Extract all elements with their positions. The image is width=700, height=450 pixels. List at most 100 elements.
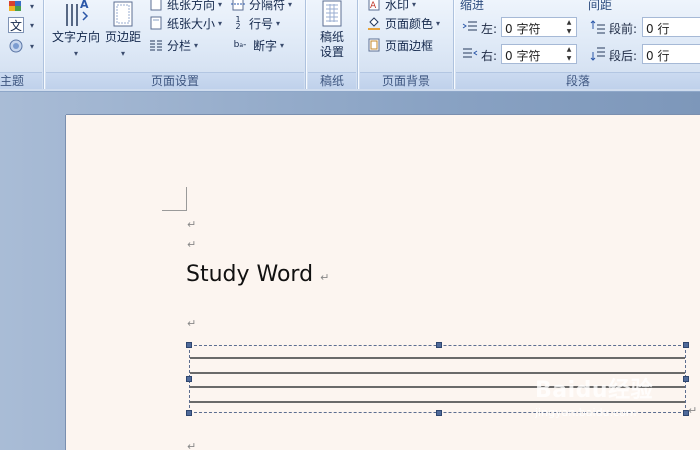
chevron-down-icon: ▾ [30, 41, 35, 51]
indent-right-spinner[interactable]: 0 字符 ▲ ▼ [501, 44, 577, 64]
spacing-after-label: 段后: [609, 49, 638, 63]
baidu-logo: Baidu经验 [535, 378, 654, 403]
breaks-label: 分隔符 [249, 0, 286, 12]
horizontal-line [190, 357, 685, 359]
svg-text:A: A [370, 1, 377, 11]
spacing-after-value: 0 行 [646, 49, 670, 63]
theme-effects-icon [8, 38, 24, 54]
size-label: 纸张大小 [167, 16, 216, 31]
group-divider [43, 0, 45, 89]
spacing-after-spinner[interactable]: 0 行 [642, 44, 700, 64]
manuscript-settings-button[interactable]: 稿纸 设置 [310, 0, 354, 60]
line-numbers-icon: 12 [235, 15, 241, 31]
columns-icon [148, 37, 164, 53]
indent-left-value: 0 字符 [505, 22, 541, 36]
page-setup-group-label: 页面设置 [46, 72, 304, 89]
orientation-label: 纸张方向 [167, 0, 216, 12]
group-divider [305, 0, 307, 89]
spacing-after-icon [590, 47, 606, 64]
breaks-button[interactable]: 分隔符 ▾ [230, 0, 292, 14]
theme-fonts-icon: 文 [8, 17, 24, 33]
indent-title: 缩进 [460, 0, 485, 12]
manuscript-settings-label-line1: 稿纸 [319, 30, 344, 44]
page-background-group: A 水印 ▾ 页面颜色 ▾ 页面边框 页面背景 [360, 0, 452, 89]
margins-label: 页边距 [104, 30, 141, 44]
indent-left-icon [462, 20, 478, 37]
manuscript-grid-icon [310, 0, 354, 30]
chevron-down-icon: ▾ [412, 0, 417, 9]
chevron-down-icon: ▾ [288, 0, 293, 9]
indent-left-spinner[interactable]: 0 字符 ▲ ▼ [501, 17, 577, 37]
resize-handle[interactable] [186, 342, 192, 348]
spacing-before-icon [590, 20, 606, 37]
theme-effects-button[interactable]: ▾ [8, 36, 34, 56]
theme-colors-button[interactable]: ▾ [8, 0, 34, 16]
spin-down-icon[interactable]: ▼ [564, 28, 574, 36]
baidu-url: jingyan.baidu.com [535, 406, 637, 419]
chevron-down-icon: ▾ [218, 18, 223, 28]
manuscript-group-label: 稿纸 [308, 72, 356, 89]
text-direction-button[interactable]: A 文字方向 ▾ [48, 0, 104, 59]
themes-group-label: 主题 [0, 72, 42, 89]
spin-down-icon[interactable]: ▼ [564, 55, 574, 63]
resize-handle[interactable] [683, 376, 689, 382]
document-title-text[interactable]: Study Word ↵ [186, 262, 329, 287]
columns-label: 分栏 [167, 38, 192, 53]
chevron-down-icon: ▾ [120, 49, 125, 58]
hyphenation-button[interactable]: b a - 断字 ▾ [230, 35, 284, 55]
margin-corner-mark [186, 187, 187, 211]
watermark-icon: A [366, 0, 382, 12]
paint-bucket-icon [366, 15, 382, 31]
hyphenation-label: 断字 [253, 38, 278, 53]
resize-handle[interactable] [683, 342, 689, 348]
manuscript-settings-label-line2: 设置 [319, 45, 344, 59]
themes-group: ▾ 文 ▾ ▾ 主题 [0, 0, 42, 89]
document-workspace: ↵ ↵ Study Word ↵ ↵ ↵ ↵ Baidu经验 jingyan.b… [0, 92, 700, 450]
paragraph-mark: ↵ [320, 271, 330, 284]
margin-corner-mark [162, 210, 186, 211]
resize-handle[interactable] [186, 376, 192, 382]
page-setup-group: A 文字方向 ▾ 页边距 ▾ 纸张方向 ▾ 纸张大小 ▾ 分栏 ▾ 分隔符 ▾ 1 2 行号… [46, 0, 304, 89]
paragraph-group-label: 段落 [456, 72, 700, 89]
resize-handle[interactable] [436, 342, 442, 348]
spacing-before-value: 0 行 [646, 22, 670, 36]
chevron-down-icon: ▾ [30, 1, 35, 11]
resize-handle[interactable] [186, 410, 192, 416]
spin-up-icon[interactable]: ▲ [564, 19, 574, 27]
indent-right-label: 右: [481, 49, 498, 63]
indent-right-icon [462, 47, 478, 64]
indent-right-value: 0 字符 [505, 49, 541, 63]
spin-up-icon[interactable]: ▲ [564, 46, 574, 54]
line-numbers-label: 行号 [249, 16, 274, 31]
page-background-group-label: 页面背景 [360, 72, 452, 89]
page-border-icon [366, 37, 382, 53]
paragraph-mark: ↵ [187, 317, 197, 330]
chevron-down-icon: ▾ [30, 20, 35, 30]
page-borders-button[interactable]: 页面边框 [366, 35, 433, 55]
paragraph-group: 缩进 间距 左: 0 字符 ▲ ▼ 右: 0 字符 ▲ ▼ 段前: 0 行 段后… [456, 0, 700, 89]
page-color-label: 页面颜色 [385, 16, 434, 31]
chevron-down-icon: ▾ [436, 18, 441, 28]
page-color-button[interactable]: 页面颜色 ▾ [366, 13, 440, 33]
chevron-down-icon: ▾ [276, 18, 281, 28]
line-numbers-button[interactable]: 1 2 行号 ▾ [230, 13, 280, 33]
indent-left-label: 左: [481, 22, 498, 36]
spacing-before-spinner[interactable]: 0 行 [642, 17, 700, 37]
document-title: Study Word [186, 262, 314, 287]
orientation-icon [148, 0, 164, 12]
breaks-icon [230, 0, 246, 12]
theme-fonts-button[interactable]: 文 ▾ [8, 15, 34, 35]
page-borders-label: 页面边框 [385, 38, 434, 53]
resize-handle[interactable] [436, 410, 442, 416]
margins-button[interactable]: 页边距 ▾ [102, 0, 144, 59]
size-button[interactable]: 纸张大小 ▾ [148, 13, 222, 33]
columns-button[interactable]: 分栏 ▾ [148, 35, 198, 55]
watermark-button[interactable]: A 水印 ▾ [366, 0, 416, 14]
orientation-button[interactable]: 纸张方向 ▾ [148, 0, 222, 14]
text-direction-label: 文字方向 [51, 30, 100, 44]
chevron-down-icon: ▾ [218, 0, 223, 9]
size-icon [148, 15, 164, 31]
margins-icon [102, 0, 144, 30]
text-direction-icon: A [48, 0, 104, 30]
paragraph-mark: ↵ [187, 218, 197, 231]
